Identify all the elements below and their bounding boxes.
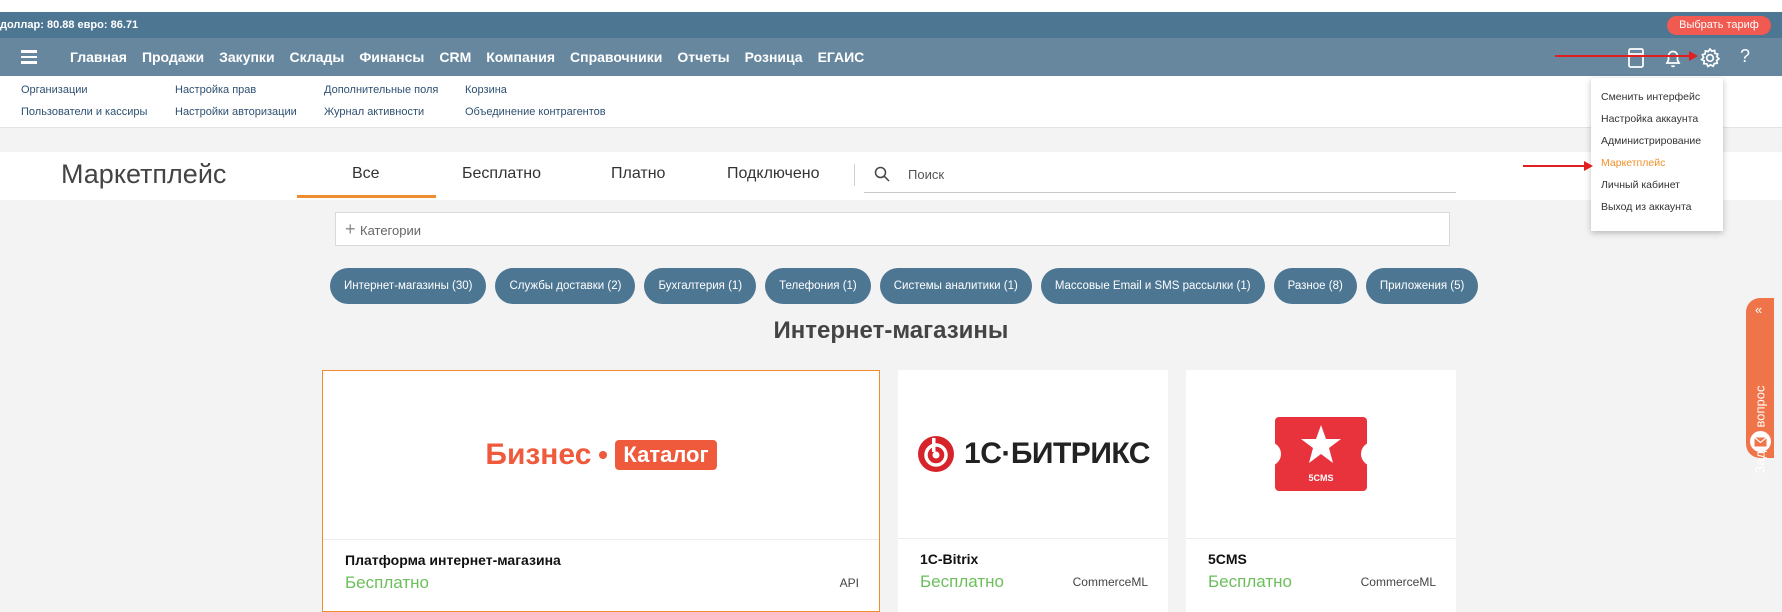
nav-item-sales[interactable]: Продажи — [142, 49, 204, 65]
card-name: 5CMS — [1208, 551, 1247, 567]
annotation-arrow-marketplace — [1523, 161, 1593, 171]
card-name: Платформа интернет-магазина — [345, 552, 561, 568]
menu-item-change-interface[interactable]: Сменить интерфейс — [1601, 91, 1700, 103]
submenu-merge-contractors[interactable]: Объединение контрагентов — [465, 106, 606, 118]
submenu-users-cashiers[interactable]: Пользователи и кассиры — [21, 106, 147, 118]
nav-menu: Главная Продажи Закупки Склады Финансы C… — [70, 49, 864, 65]
annotation-arrow-gear — [1555, 51, 1698, 61]
card-price: Бесплатно — [920, 572, 1004, 591]
menu-item-marketplace[interactable]: Маркетплейс — [1601, 157, 1665, 169]
ticket-notch-right — [1361, 442, 1373, 466]
pill-analytics[interactable]: Системы аналитики (1) — [879, 268, 1032, 304]
star-icon — [1301, 425, 1341, 463]
card-tag: CommerceML — [1072, 575, 1148, 589]
search-underline — [864, 192, 1456, 193]
nav-item-crm[interactable]: CRM — [439, 49, 471, 65]
logo-dot — [599, 451, 608, 459]
tab-paid[interactable]: Платно — [611, 165, 665, 183]
logo-word-2: Каталог — [615, 440, 717, 470]
gear-icon[interactable] — [1698, 46, 1722, 70]
pill-mailings[interactable]: Массовые Email и SMS рассылки (1) — [1040, 268, 1265, 304]
submenu-extra-fields[interactable]: Дополнительные поля — [324, 84, 438, 96]
nav-item-egais[interactable]: ЕГАИС — [818, 49, 865, 65]
tab-free[interactable]: Бесплатно — [462, 165, 541, 183]
content-area — [0, 200, 1782, 612]
app-card-1c-bitrix[interactable]: 1С·БИТРИКС 1C-Bitrix Бесплатно CommerceM… — [898, 370, 1168, 612]
marketplace-header: Маркетплейс Все Бесплатно Платно Подключ… — [0, 152, 1782, 200]
document-icon[interactable] — [1624, 46, 1648, 70]
nav-item-main[interactable]: Главная — [70, 49, 127, 65]
menu-item-logout[interactable]: Выход из аккаунта — [1601, 201, 1692, 213]
card-divider — [1186, 538, 1456, 539]
tab-connected[interactable]: Подключено — [727, 165, 820, 183]
5cms-badge: 5CMS — [1269, 417, 1373, 491]
nav-item-directories[interactable]: Справочники — [570, 49, 662, 65]
bell-icon[interactable] — [1661, 46, 1685, 70]
submenu-permissions[interactable]: Настройка прав — [175, 84, 256, 96]
divider — [854, 164, 855, 186]
business-catalog-logo: Бизнес Каталог — [323, 371, 879, 539]
page-title: Маркетплейс — [61, 159, 227, 189]
card-divider — [323, 539, 879, 540]
currency-rates: доллар: 80.88 евро: 86.71 — [0, 19, 139, 31]
app-card-business-catalog[interactable]: Бизнес Каталог Платформа интернет-магази… — [322, 370, 880, 612]
plus-icon: + — [345, 219, 356, 239]
ticket-notch-left — [1269, 442, 1281, 466]
categories-placeholder: Категории — [360, 223, 421, 238]
menu-item-personal-account[interactable]: Личный кабинет — [1601, 179, 1680, 191]
nav-item-retail[interactable]: Розница — [745, 49, 803, 65]
pill-delivery[interactable]: Службы доставки (2) — [495, 268, 636, 304]
chevron-left-icon: « — [1755, 302, 1763, 317]
card-price: Бесплатно — [1208, 572, 1292, 591]
tab-all[interactable]: Все — [352, 165, 380, 183]
submenu-trash[interactable]: Корзина — [465, 84, 507, 96]
ask-question-tab[interactable]: « Задать вопрос — [1746, 298, 1774, 473]
5cms-logo: 5CMS — [1186, 370, 1456, 538]
search-input[interactable]: Поиск — [908, 167, 944, 182]
rates-bar: доллар: 80.88 евро: 86.71 Выбрать тариф — [0, 12, 1782, 38]
submenu-activity-log[interactable]: Журнал активности — [324, 106, 424, 118]
help-icon[interactable]: ? — [1740, 46, 1750, 67]
5cms-badge-text: 5CMS — [1308, 473, 1334, 483]
card-tag: CommerceML — [1360, 575, 1436, 589]
menu-icon[interactable] — [21, 50, 37, 64]
logo-word-1: Бизнес — [485, 438, 592, 471]
category-pills: Интернет-магазины (30) Службы доставки (… — [330, 268, 1479, 304]
section-title: Интернет-магазины — [773, 317, 1009, 344]
bitrix-mark-icon — [918, 436, 955, 472]
categories-field[interactable]: + Категории — [335, 212, 1450, 246]
spacer — [0, 128, 1782, 152]
bitrix-wordmark: 1С·БИТРИКС — [964, 437, 1150, 470]
pill-telephony[interactable]: Телефония (1) — [765, 268, 871, 304]
settings-dropdown: Сменить интерфейс Настройка аккаунта Адм… — [1591, 78, 1723, 231]
pill-online-stores[interactable]: Интернет-магазины (30) — [330, 268, 487, 304]
active-tab-indicator — [297, 195, 436, 198]
pill-misc[interactable]: Разное (8) — [1273, 268, 1357, 304]
nav-item-reports[interactable]: Отчеты — [677, 49, 729, 65]
choose-tariff-button[interactable]: Выбрать тариф — [1667, 16, 1771, 35]
menu-item-account-settings[interactable]: Настройка аккаунта — [1601, 113, 1698, 125]
app-card-5cms[interactable]: 5CMS 5CMS Бесплатно CommerceML — [1186, 370, 1456, 612]
ask-question-label: Задать вопрос — [1752, 385, 1768, 474]
nav-item-finance[interactable]: Финансы — [359, 49, 424, 65]
pill-accounting[interactable]: Бухгалтерия (1) — [644, 268, 757, 304]
menu-item-administration[interactable]: Администрирование — [1601, 135, 1701, 147]
settings-submenu: Организации Пользователи и кассиры Настр… — [0, 76, 1782, 128]
submenu-organizations[interactable]: Организации — [21, 84, 88, 96]
nav-item-purchases[interactable]: Закупки — [219, 49, 274, 65]
card-divider — [898, 538, 1168, 539]
card-tag: API — [839, 576, 859, 590]
bitrix-logo: 1С·БИТРИКС — [898, 370, 1168, 538]
mail-icon — [1750, 431, 1771, 452]
nav-item-company[interactable]: Компания — [486, 49, 555, 65]
nav-item-warehouses[interactable]: Склады — [290, 49, 345, 65]
card-name: 1C-Bitrix — [920, 551, 979, 567]
pill-apps[interactable]: Приложения (5) — [1365, 268, 1479, 304]
main-navbar: Главная Продажи Закупки Склады Финансы C… — [0, 38, 1782, 76]
search-icon — [874, 166, 890, 187]
submenu-auth-settings[interactable]: Настройки авторизации — [175, 106, 297, 118]
card-price: Бесплатно — [345, 573, 429, 592]
